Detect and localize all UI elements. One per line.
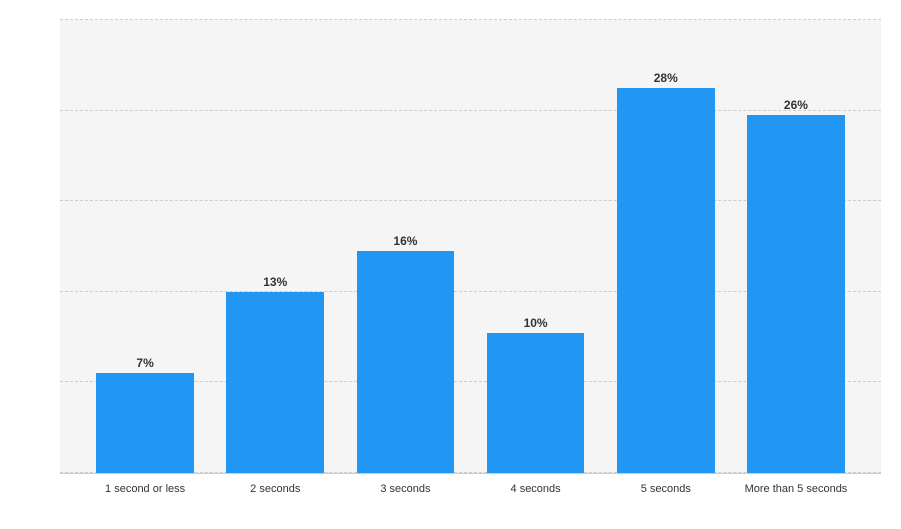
bar-group: 7% [80,20,210,473]
chart-container: 7% 13% 16% 10% 28% 26% 1 second or less2 seco… [0,0,901,529]
bar-3 [357,251,455,473]
x-axis-label: 5 seconds [601,482,731,529]
bar-pct-label: 28% [654,71,678,85]
x-labels: 1 second or less2 seconds3 seconds4 seco… [60,474,881,529]
bar-group: 10% [471,20,601,473]
bar-1 [96,373,194,473]
bar-group: 16% [340,20,470,473]
bar-group: 13% [210,20,340,473]
bars-row: 7% 13% 16% 10% 28% 26% [60,20,881,473]
grid-and-bars: 7% 13% 16% 10% 28% 26% [60,20,881,474]
x-axis-label: 4 seconds [471,482,601,529]
x-axis-label: 2 seconds [210,482,340,529]
bar-5 [617,88,715,473]
bar-group: 28% [601,20,731,473]
bar-pct-label: 13% [263,275,287,289]
bar-pct-label: 16% [393,234,417,248]
x-axis-label: More than 5 seconds [731,482,861,529]
bar-group: 26% [731,20,861,473]
x-axis-label: 1 second or less [80,482,210,529]
bar-pct-label: 10% [524,316,548,330]
bar-6 [747,115,845,473]
bar-pct-label: 26% [784,98,808,112]
bar-pct-label: 7% [136,356,153,370]
chart-area: 7% 13% 16% 10% 28% 26% [60,20,881,474]
bar-4 [487,333,585,473]
bar-2 [226,292,324,473]
x-axis-label: 3 seconds [340,482,470,529]
